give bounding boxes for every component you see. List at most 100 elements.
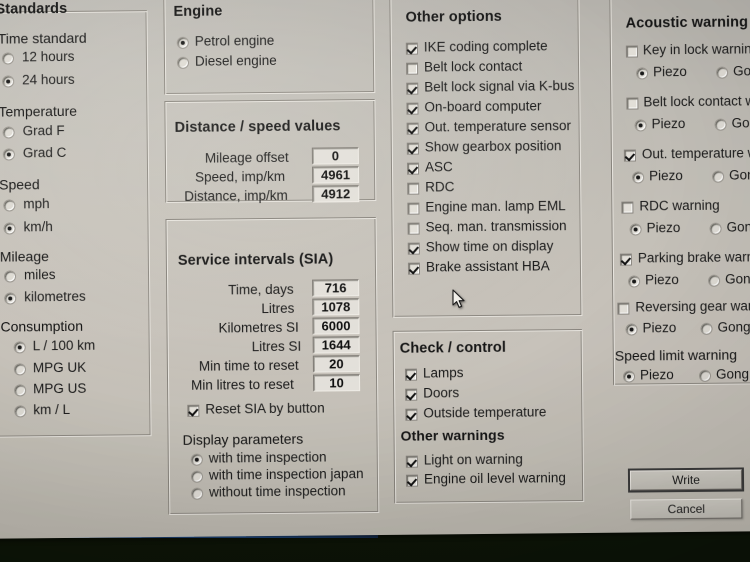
group-distance-speed-title: Distance / speed values (174, 118, 341, 136)
label-speed-limit-warning: Speed limit warning (614, 346, 738, 364)
radio-kmh[interactable] (3, 222, 16, 235)
group-engine-title: Engine (173, 3, 223, 20)
checkbox-engine-man-lamp-eml[interactable] (407, 202, 420, 215)
label-rdc-gong: Gong (726, 219, 750, 235)
radio-rdc-piezo[interactable] (629, 223, 642, 236)
radio-grad-f[interactable] (2, 126, 15, 139)
radio-diesel-engine[interactable] (176, 56, 190, 69)
radio-key-in-lock-gong[interactable] (716, 66, 729, 79)
input-mileage-offset[interactable]: 0 (311, 147, 359, 165)
label-key-in-lock-warning: Key in lock warning (642, 41, 750, 58)
write-button[interactable]: Write (629, 469, 743, 491)
radio-reversing-gear-gong[interactable] (700, 322, 713, 335)
label-speed-limit-piezo: Piezo (639, 367, 674, 383)
radio-petrol-engine[interactable] (176, 36, 189, 49)
checkbox-reset-sia-by-button[interactable] (187, 404, 200, 417)
label-ike-coding-complete: IKE coding complete (423, 38, 548, 55)
checkbox-belt-lock-signal-k-bus[interactable] (406, 82, 419, 95)
group-acoustic-warning-title: Acoustic warning (625, 14, 749, 32)
label-light-on-warning: Light on warning (423, 451, 523, 468)
screenshot-root: Standards Time standard 12 hours 24 hour… (0, 0, 750, 562)
radio-parking-brake-piezo[interactable] (628, 275, 641, 288)
radio-with-time-inspection[interactable] (190, 453, 203, 466)
radio-belt-lock-piezo[interactable] (634, 119, 647, 132)
checkbox-reversing-gear-warning[interactable] (617, 302, 630, 315)
label-reversing-gear-gong: Gong (717, 319, 750, 335)
radio-speed-limit-gong[interactable] (698, 369, 712, 382)
radio-grad-c[interactable] (2, 148, 15, 161)
radio-kilometres[interactable] (4, 292, 17, 305)
label-out-temperature-gong: Gong (729, 167, 750, 183)
radio-speed-limit-piezo[interactable] (622, 370, 636, 383)
label-l-100km: L / 100 km (32, 337, 96, 354)
input-min-litres-to-reset[interactable]: 10 (312, 374, 361, 392)
input-min-time-to-reset[interactable]: 20 (312, 355, 360, 373)
label-with-time-inspection: with time inspection (208, 449, 327, 466)
checkbox-on-board-computer[interactable] (406, 102, 419, 115)
label-mph: mph (23, 196, 50, 212)
radio-mpg-uk[interactable] (13, 363, 26, 376)
input-litres[interactable]: 1078 (312, 298, 360, 316)
checkbox-show-gearbox-position[interactable] (406, 142, 419, 155)
label-time-standard: Time standard (0, 29, 87, 47)
checkbox-rdc[interactable] (407, 182, 420, 195)
label-brake-assistant-hba: Brake assistant HBA (425, 258, 550, 275)
checkbox-show-time-on-display[interactable] (407, 242, 420, 255)
group-other-options-title: Other options (405, 8, 502, 26)
group-standards-title: Standards (0, 0, 68, 18)
checkbox-belt-lock-contact-warning[interactable] (626, 97, 639, 110)
cancel-button[interactable]: Cancel (630, 498, 743, 520)
input-distance-imp-km[interactable]: 4912 (312, 185, 360, 203)
radio-reversing-gear-piezo[interactable] (625, 323, 638, 336)
checkbox-brake-assistant-hba[interactable] (407, 262, 421, 275)
radio-out-temperature-gong[interactable] (712, 170, 725, 183)
checkbox-belt-lock-contact[interactable] (405, 62, 419, 75)
label-key-in-lock-piezo: Piezo (653, 63, 687, 80)
radio-km-l[interactable] (14, 405, 27, 418)
radio-24-hours[interactable] (2, 75, 15, 88)
radio-key-in-lock-piezo[interactable] (636, 67, 649, 80)
checkbox-ike-coding-complete[interactable] (405, 42, 418, 55)
radio-with-time-inspection-japan[interactable] (190, 470, 204, 483)
radio-rdc-gong[interactable] (709, 222, 722, 235)
radio-l-100km[interactable] (13, 341, 26, 354)
label-belt-lock-signal-k-bus: Belt lock signal via K-bus (424, 78, 575, 95)
input-time-days[interactable]: 716 (312, 279, 360, 297)
input-kilometres-si[interactable]: 6000 (312, 317, 360, 335)
label-seq-man-transmission: Seq. man. transmission (425, 218, 567, 235)
checkbox-asc[interactable] (406, 162, 420, 175)
checkbox-key-in-lock-warning[interactable] (625, 45, 638, 58)
checkbox-light-on-warning[interactable] (405, 455, 418, 468)
radio-out-temperature-piezo[interactable] (632, 171, 645, 184)
input-speed-imp-km[interactable]: 4961 (311, 166, 360, 184)
checkbox-lamps[interactable] (404, 368, 418, 381)
radio-mph[interactable] (3, 199, 16, 212)
radio-miles[interactable] (3, 270, 17, 283)
label-litres: Litres (261, 300, 295, 317)
radio-without-time-inspection[interactable] (191, 487, 204, 500)
checkbox-outside-temperature[interactable] (405, 408, 418, 421)
radio-belt-lock-gong[interactable] (714, 118, 727, 131)
radio-12-hours[interactable] (1, 52, 14, 65)
checkbox-out-temperature-sensor[interactable] (406, 122, 419, 135)
checkbox-seq-man-transmission[interactable] (407, 222, 420, 235)
label-engine-man-lamp-eml: Engine man. lamp EML (425, 198, 566, 215)
checkbox-doors[interactable] (405, 388, 418, 401)
label-mileage: Mileage (0, 248, 49, 265)
checkbox-rdc-warning[interactable] (621, 201, 634, 214)
checkbox-engine-oil-level-warning[interactable] (405, 474, 419, 487)
label-min-time-to-reset: Min time to reset (198, 357, 299, 374)
label-out-temperature-warning: Out. temperature warning (641, 144, 750, 162)
label-speed: Speed (0, 176, 40, 193)
radio-parking-brake-gong[interactable] (708, 274, 721, 287)
checkbox-out-temperature-warning[interactable] (623, 149, 636, 162)
group-check-control-title: Check / control (399, 339, 507, 357)
label-consumption: Consumption (0, 317, 84, 335)
radio-mpg-us[interactable] (14, 384, 27, 397)
label-mpg-us: MPG US (33, 380, 87, 397)
label-parking-brake-gong: Gong (725, 271, 750, 287)
checkbox-parking-brake-warning[interactable] (619, 253, 632, 266)
label-distance-imp-km: Distance, imp/km (184, 187, 288, 204)
label-show-time-on-display: Show time on display (425, 238, 554, 255)
input-litres-si[interactable]: 1644 (312, 336, 360, 354)
